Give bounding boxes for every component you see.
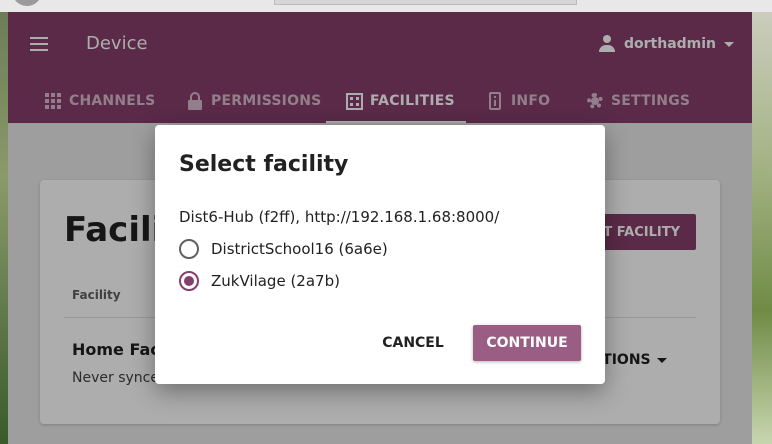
desktop-background-left [0,0,8,444]
cancel-button[interactable]: CANCEL [371,325,455,361]
radio-button[interactable] [179,239,199,259]
continue-button[interactable]: CONTINUE [473,325,581,361]
radio-button-selected[interactable] [179,271,199,291]
facility-option-districtschool16[interactable]: DistrictSchool16 (6a6e) [179,237,388,261]
desktop-background-right [752,0,772,444]
facility-option-zukvilage[interactable]: ZukVilage (2a7b) [179,269,340,293]
device-address: Dist6-Hub (f2ff), http://192.168.1.68:80… [179,208,500,226]
facility-option-label: ZukVilage (2a7b) [211,272,340,290]
facility-option-label: DistrictSchool16 (6a6e) [211,240,388,258]
select-facility-dialog: Select facility Dist6-Hub (f2ff), http:/… [155,125,605,384]
dialog-title: Select facility [179,152,349,177]
browser-top-strip [0,0,772,12]
browser-button[interactable] [12,0,42,6]
browser-url-bar[interactable] [274,0,577,5]
